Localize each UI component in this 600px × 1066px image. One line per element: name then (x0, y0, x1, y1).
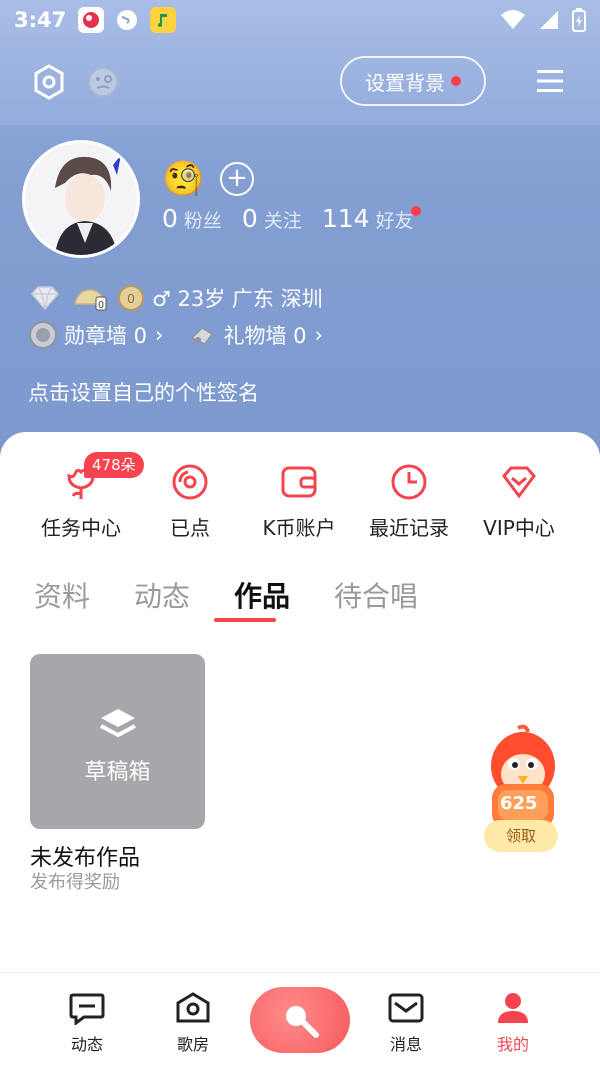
nav-messages-label: 消息 (389, 1035, 422, 1054)
nav-me-label: 我的 (496, 1035, 529, 1054)
level-badge-icon[interactable]: 0 (72, 284, 108, 312)
chevron-right-icon: › (314, 323, 323, 347)
nav-song-room[interactable]: 歌房 (153, 991, 233, 1055)
tab-works[interactable]: 作品 (234, 575, 290, 615)
walls-row: 勋章墙 0 › 礼物墙 0 › (28, 320, 323, 350)
fans-count: 0 (162, 204, 178, 233)
avatar[interactable] (22, 140, 140, 258)
envelope-icon (388, 993, 424, 1023)
gift-icon (191, 327, 214, 345)
gift-wall-link[interactable]: 礼物墙 0 (223, 320, 306, 350)
following-stat[interactable]: 0 关注 (242, 204, 302, 233)
following-count: 0 (241, 204, 258, 233)
signal-icon (540, 11, 558, 29)
profile-tabs: 资料 动态 作品 待合唱 (34, 575, 418, 615)
vip-center-label: VIP中心 (483, 516, 555, 540)
friends-label: 好友 (375, 210, 414, 232)
status-bar: 3:47 (0, 0, 600, 40)
unpublished-works-subtitle: 发布得奖励 (30, 872, 120, 893)
clock-icon (391, 464, 427, 500)
layers-icon (100, 709, 136, 738)
fans-stat[interactable]: 0 粉丝 (162, 204, 222, 233)
tab-duet[interactable]: 待合唱 (334, 575, 418, 615)
recent-records-button[interactable]: 最近记录 (354, 462, 464, 541)
medal-wall-link[interactable]: 勋章墙 0 (64, 320, 147, 350)
top-bar: 设置背景 (0, 55, 600, 107)
app-notification-icon (78, 7, 105, 33)
flower-count-badge: 478朵 (84, 452, 144, 478)
following-label: 关注 (263, 210, 302, 232)
settings-icon[interactable] (30, 63, 68, 101)
add-status-button[interactable]: + (220, 162, 254, 196)
status-indicators (500, 8, 586, 32)
medal-icon (29, 321, 57, 349)
profile-info-row: 0 0 ♂ 23岁 广东 深圳 (28, 283, 323, 313)
user-icon (498, 993, 528, 1023)
set-background-label: 设置背景 (365, 70, 445, 95)
chevron-right-icon: › (155, 323, 164, 347)
diamond-icon[interactable] (28, 284, 62, 312)
task-center-label: 任务中心 (41, 516, 121, 540)
bottom-nav: 动态 歌房 消息 我的 (0, 972, 600, 1066)
nav-messages[interactable]: 消息 (366, 991, 446, 1055)
active-tab-indicator (214, 618, 276, 622)
draft-box-label: 草稿箱 (84, 760, 151, 785)
k-coin-account-label: K币账户 (262, 516, 336, 540)
notification-dot (451, 76, 461, 86)
fans-label: 粉丝 (183, 210, 222, 232)
coin-chip-text: 0 (127, 291, 134, 306)
set-background-button[interactable]: 设置背景 (340, 56, 486, 106)
nav-feed[interactable]: 动态 (47, 991, 127, 1055)
friends-stat[interactable]: 114 好友 (322, 204, 414, 233)
nav-song-room-label: 歌房 (176, 1035, 209, 1054)
level-chip-text: 0 (98, 300, 104, 311)
coin-icon[interactable]: 0 (116, 284, 146, 312)
house-icon (176, 992, 210, 1023)
signature[interactable]: 点击设置自己的个性签名 (28, 377, 259, 407)
sing-button[interactable] (250, 987, 350, 1053)
wallet-icon (281, 466, 317, 498)
globe-notification-icon (114, 7, 140, 33)
tab-feed[interactable]: 动态 (134, 575, 190, 615)
chat-bubble-icon (69, 993, 105, 1025)
recent-records-label: 最近记录 (369, 516, 449, 540)
microphone-icon (286, 1006, 319, 1038)
disc-icon (172, 464, 208, 500)
music-notification-icon (150, 7, 177, 33)
vip-center-button[interactable]: VIP中心 (464, 462, 574, 541)
tab-profile[interactable]: 资料 (34, 575, 90, 615)
friends-count: 114 (321, 204, 370, 233)
friends-notification-dot (411, 206, 421, 216)
nav-feed-label: 动态 (70, 1035, 103, 1054)
k-coin-account-button[interactable]: K币账户 (244, 462, 354, 541)
menu-icon[interactable] (536, 67, 564, 95)
draft-box[interactable]: 草稿箱 (30, 654, 205, 829)
wifi-icon (501, 10, 525, 29)
claim-reward-button[interactable]: 领取 (484, 820, 558, 852)
diamond-outline-icon (502, 466, 536, 499)
mascot-count: 625 (500, 793, 538, 814)
requested-songs-label: 已点 (170, 516, 210, 540)
profile-stats: 0 粉丝 0 关注 114 好友 (162, 204, 414, 233)
battery-icon (572, 8, 586, 32)
gender-age-location: ♂ 23岁 广东 深圳 (152, 287, 323, 311)
requested-songs-button[interactable]: 已点 (135, 462, 245, 541)
status-time: 3:47 (14, 8, 67, 32)
nav-me[interactable]: 我的 (473, 991, 553, 1055)
monocle-face-icon: 🧐 (162, 159, 205, 199)
mood-icon[interactable] (86, 65, 120, 99)
